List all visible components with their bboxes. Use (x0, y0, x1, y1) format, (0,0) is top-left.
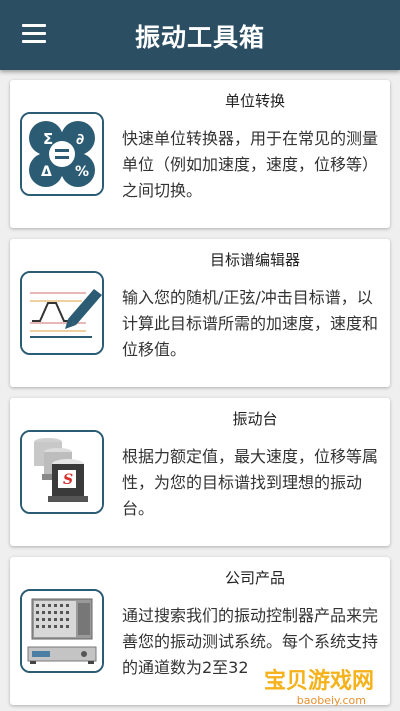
card-description: 输入您的随机/正弦/冲击目标谱，以计算此目标谱所需的加速度，速度和位移值。 (122, 288, 379, 359)
app-title: 振动工具箱 (134, 23, 265, 52)
watermark-logo: 宝贝游戏网 (263, 669, 374, 694)
svg-text:%: % (75, 164, 89, 180)
app-bar: 振动工具箱 (0, 0, 400, 70)
card-title: 振动台 (232, 410, 278, 428)
svg-text:∂: ∂ (76, 130, 84, 148)
unit-converter-icon: Σ ∂ Δ % (20, 112, 104, 196)
profile-editor-icon (20, 271, 104, 355)
card-title: 目标谱编辑器 (209, 251, 300, 269)
svg-text:S: S (63, 472, 73, 488)
card-title: 公司产品 (224, 569, 285, 587)
svg-text:Σ: Σ (43, 130, 53, 148)
card-description: 根据力额定值，最大速度，位移等属性，为您的目标谱找到理想的振动台。 (122, 447, 379, 518)
card-shaker[interactable]: 振动台 S 根据力额定值，最大速度，位移等属性，为您的目标谱找到理想的振动台。 (10, 398, 390, 546)
watermark-url: baobeiy.com (296, 694, 366, 707)
card-description: 快速单位转换器，用于在常见的测量单位（例如加速度，速度，位移等）之间切换。 (122, 129, 379, 200)
shaker-icon: S (20, 430, 104, 514)
controller-icon (20, 589, 104, 673)
card-unit-converter[interactable]: 单位转换 Σ ∂ Δ % 快速单位转换器，用于在常见的测量单位（例如加速度，速度… (10, 80, 390, 228)
card-title: 单位转换 (224, 92, 285, 110)
card-profile-editor[interactable]: 目标谱编辑器 输入您的随机/正弦/冲击目标谱，以计算此目标谱所需的加速度，速度和… (10, 239, 390, 387)
svg-text:Δ: Δ (41, 164, 52, 180)
